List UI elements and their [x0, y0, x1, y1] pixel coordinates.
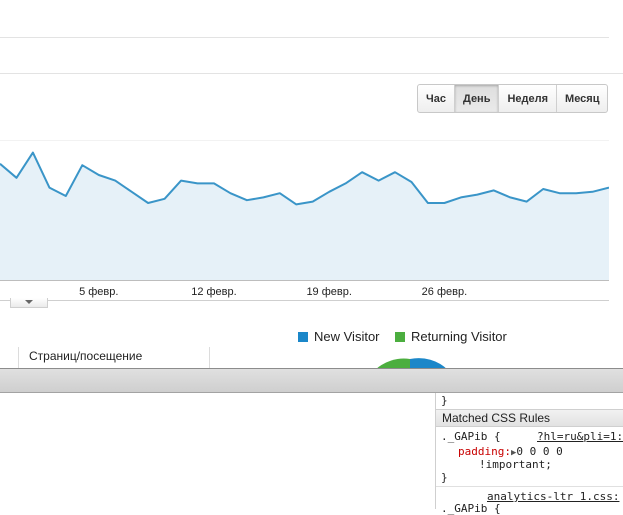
css-rule-separator: [436, 486, 623, 487]
header-divider-top: [0, 37, 609, 38]
devtools-styles-sidebar: } Matched CSS Rules ._GAPib { ?hl=ru&pli…: [436, 393, 623, 515]
css-rule-closing-brace: }: [441, 471, 448, 484]
css-property-important: !important;: [479, 458, 552, 471]
legend-new-visitor: New Visitor: [298, 329, 380, 344]
x-tick-label-3: 26 февр.: [422, 286, 467, 298]
x-tick-label-2: 19 февр.: [306, 286, 351, 298]
devtools-toolbar: [0, 368, 623, 393]
css-property-padding[interactable]: padding:▶0 0 0 0: [458, 445, 563, 458]
visits-chart: 5 февр. 12 февр. 19 февр. 26 февр.: [0, 140, 609, 301]
css-rule-source-link-2[interactable]: analytics-ltr 1.css:: [487, 490, 619, 503]
matched-css-rules-header[interactable]: Matched CSS Rules: [436, 409, 623, 427]
css-rule-selector[interactable]: ._GAPib {: [441, 430, 501, 443]
header-divider: [0, 73, 623, 74]
rule-closing-brace: }: [441, 394, 448, 407]
legend-label-new-visitor: New Visitor: [314, 329, 380, 344]
table-column-divider-left: [18, 347, 19, 368]
css-property-value: 0 0 0 0: [516, 445, 563, 458]
chevron-down-icon: [25, 300, 33, 304]
granularity-toggle: Час День Неделя Месяц: [417, 84, 609, 113]
legend-swatch-new-visitor: [298, 331, 308, 342]
legend-label-returning-visitor: Returning Visitor: [411, 329, 507, 344]
css-property-name: padding:: [458, 445, 511, 458]
chart-range-dropdown[interactable]: [10, 298, 48, 308]
legend-swatch-returning-visitor: [395, 331, 405, 342]
x-tick-label-0: 5 февр.: [79, 286, 118, 298]
granularity-week-button[interactable]: Неделя: [499, 85, 558, 112]
table-column-divider-right: [209, 347, 210, 368]
devtools-elements-pane[interactable]: [0, 393, 436, 509]
x-tick-label-1: 12 февр.: [191, 286, 236, 298]
granularity-hour-button[interactable]: Час: [418, 85, 455, 112]
granularity-day-button[interactable]: День: [454, 85, 500, 112]
css-rule-source-link[interactable]: ?hl=ru&pli=1:: [537, 430, 623, 443]
table-column-header-pages-per-visit[interactable]: Страниц/посещение: [29, 349, 142, 363]
legend-returning-visitor: Returning Visitor: [395, 329, 507, 344]
granularity-month-button[interactable]: Месяц: [557, 85, 607, 112]
